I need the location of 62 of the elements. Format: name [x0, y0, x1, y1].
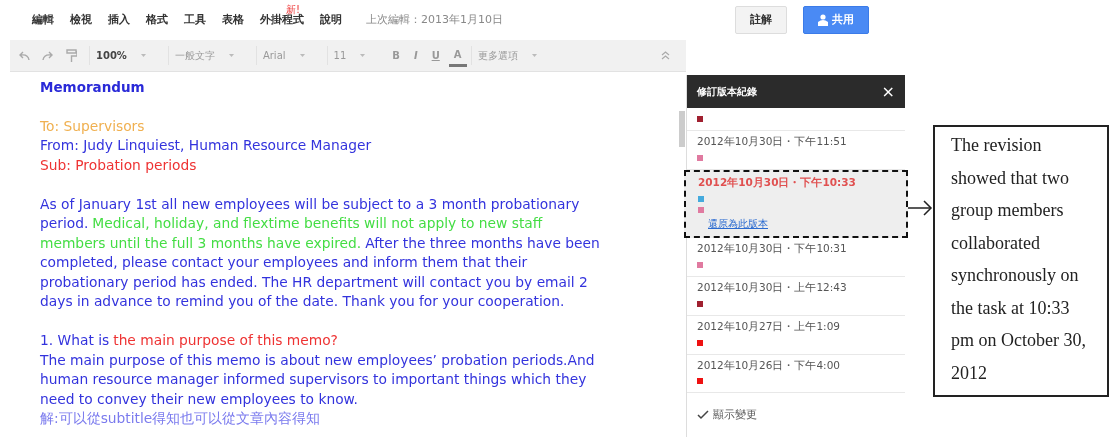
- undo-icon[interactable]: [18, 50, 30, 61]
- revision-date: 2012年10月30日・下午10:31: [697, 241, 848, 257]
- menu-item[interactable]: 說明: [320, 12, 342, 26]
- revision-date: 2012年10月30日・下午10:33: [698, 174, 857, 190]
- person-icon: [818, 14, 828, 26]
- text-run: As of January 1st all new employees will be subject to a 3 month probationary: [40, 194, 580, 214]
- annotation-text: The revision showed that two group members collaborated synchronously on the task at 10:33 pm on October 30, 2012: [933, 125, 1109, 397]
- text-run: 1. What is: [40, 331, 110, 350]
- menu-item[interactable]: 工具: [184, 12, 206, 26]
- text-run: Sub: Probation periods: [40, 155, 197, 175]
- caret-icon: [360, 54, 366, 57]
- dropdown-label: 100%: [96, 49, 127, 63]
- menu-item[interactable]: 格式: [146, 12, 168, 26]
- text-run: completed, please contact your employees and inform them that their: [40, 253, 528, 272]
- scrollbar-thumb[interactable]: [679, 111, 685, 147]
- revision-date: 2012年10月26日・下午4:00: [697, 357, 842, 373]
- checkbox-label: 顯示變更: [713, 407, 757, 423]
- text-run: days in advance to remind you of the date. Thank you for your cooperation.: [40, 292, 565, 311]
- close-button[interactable]: ×: [881, 83, 895, 100]
- dropdown-label: 11: [333, 49, 347, 63]
- dropdown-label: Arial: [262, 49, 286, 63]
- menu-item[interactable]: 檢視: [70, 12, 92, 26]
- last-edit-text[interactable]: 上次編輯：2013年1月10日: [366, 11, 503, 29]
- toolbar-dropdown[interactable]: 100%: [89, 46, 152, 65]
- text-run: human resource manager informed supervisors to important things which they: [40, 370, 587, 389]
- document-title: Memorandum: [40, 78, 146, 97]
- text-run: 解:可以從subtitle得知也可以從文章內容得知: [40, 409, 321, 428]
- text-run: From: Judy Linquiest, Human Resource Manager: [40, 136, 372, 155]
- menu-item[interactable]: 插入: [108, 12, 130, 26]
- dropdown-label: 更多選項: [477, 49, 518, 63]
- revision-date: 2012年10月27日・上午1:09: [697, 318, 842, 334]
- text-run: members until the full 3 months have expired.: [40, 233, 362, 253]
- text-run: After the three months have been: [365, 233, 600, 253]
- caret-icon: [299, 54, 305, 57]
- revision-item[interactable]: 2012年10月30日・下午10:33 還原為此版本: [684, 169, 908, 239]
- redo-icon[interactable]: [42, 50, 54, 61]
- paint-format-icon[interactable]: [66, 48, 77, 63]
- menu-item[interactable]: 表格: [222, 12, 244, 26]
- text-run: probationary period has ended. The HR department will contact you by email 2: [40, 272, 588, 292]
- text-run: the main purpose of this memo?: [113, 331, 338, 350]
- revision-item[interactable]: 2012年10月30日・下午11:51: [687, 131, 905, 170]
- revision-item[interactable]: 2012年10月26日・下午4:00: [687, 354, 905, 394]
- text-run: period.: [40, 214, 89, 233]
- comment-button[interactable]: 註解: [735, 6, 787, 34]
- caret-icon: [531, 54, 537, 57]
- revision-date: 2012年10月30日・上午12:43: [697, 280, 848, 295]
- menu-item[interactable]: 編輯: [32, 12, 54, 26]
- restore-link[interactable]: 還原為此版本: [708, 217, 768, 229]
- revision-date: 2012年10月30日・下午11:51: [697, 134, 848, 149]
- revision-item[interactable]: 2012年10月30日・上午12:43: [687, 277, 905, 316]
- revision-item[interactable]: 2012年10月27日・上午1:09: [687, 315, 905, 355]
- text-run: To: Supervisors: [40, 116, 145, 136]
- new-label: 新!: [286, 2, 300, 15]
- arrow: [905, 200, 933, 216]
- panel-title: 修訂版本紀錄: [697, 85, 757, 99]
- revision-item[interactable]: 2012年10月30日・下午10:31: [687, 238, 905, 277]
- collapse-icon[interactable]: [661, 51, 670, 60]
- text-run: need to convey their new employees to know.: [40, 389, 358, 409]
- text-run: The main purpose of this memo is about new employees’ probation periods.And: [40, 350, 595, 370]
- caret-icon: [140, 54, 146, 57]
- caret-icon: [228, 54, 234, 57]
- text-run: Medical, holiday, and flextime benefits will not apply to new staff: [92, 214, 543, 233]
